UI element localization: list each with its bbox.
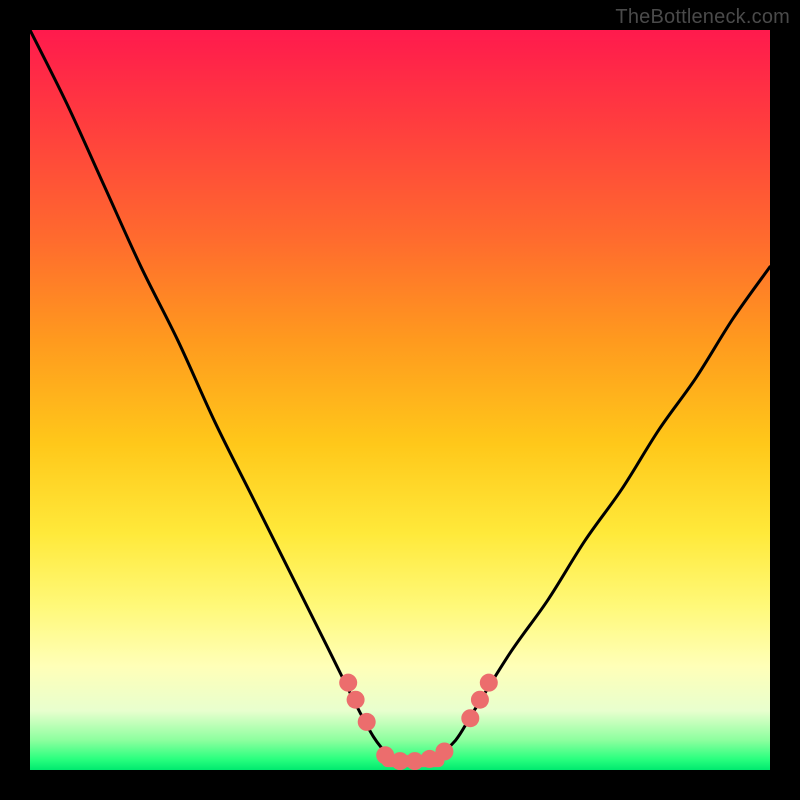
chart-frame: TheBottleneck.com bbox=[0, 0, 800, 800]
highlight-point bbox=[480, 674, 498, 692]
highlight-point bbox=[339, 674, 357, 692]
plot-area bbox=[30, 30, 770, 770]
highlight-point bbox=[347, 691, 365, 709]
watermark-text: TheBottleneck.com bbox=[615, 6, 790, 29]
bottleneck-curve bbox=[30, 30, 770, 764]
curve-layer bbox=[30, 30, 770, 770]
highlight-point bbox=[471, 691, 489, 709]
highlight-point bbox=[358, 713, 376, 731]
highlight-point bbox=[461, 709, 479, 727]
highlight-point bbox=[435, 743, 453, 761]
